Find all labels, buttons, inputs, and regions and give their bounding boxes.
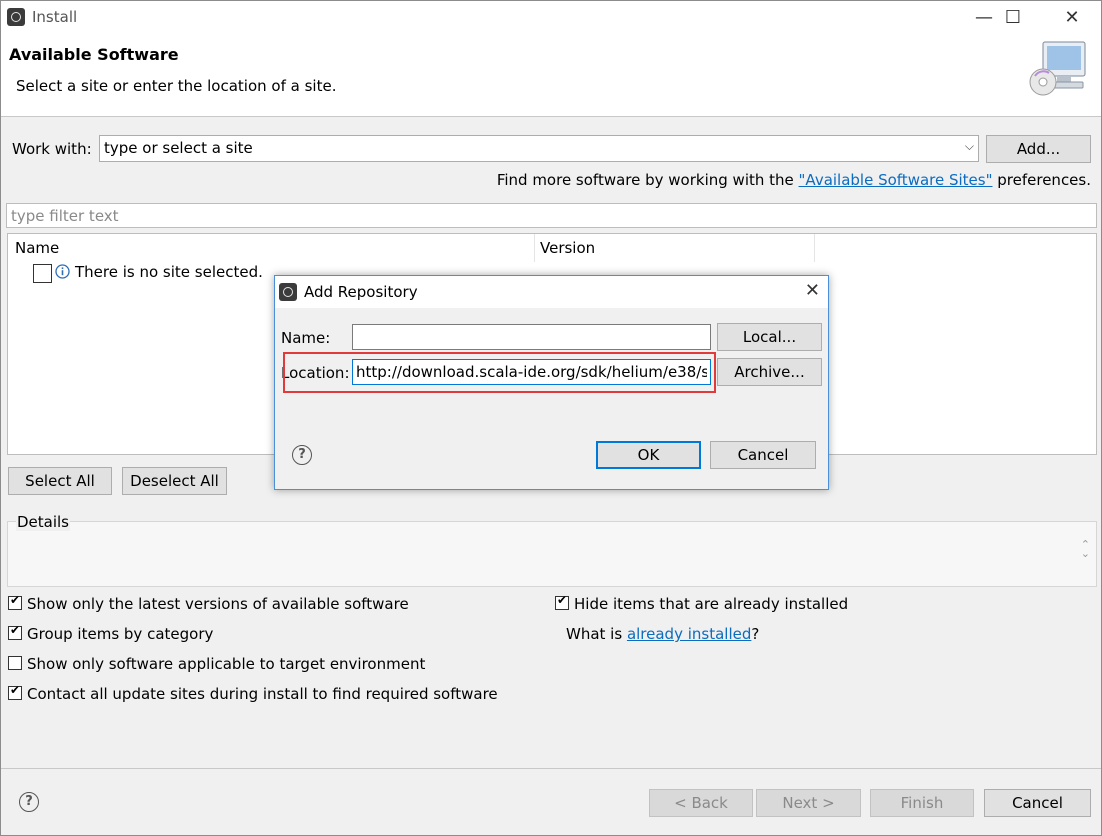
work-with-combo[interactable]: type or select a site ⌵ (99, 135, 979, 162)
archive-button[interactable]: Archive... (717, 358, 822, 386)
close-button[interactable]: ✕ (1049, 1, 1095, 34)
work-with-label: Work with: (12, 140, 92, 158)
location-highlight-box (283, 352, 716, 393)
scroll-arrows-icon[interactable]: ⌃ ⌄ (1081, 539, 1090, 559)
eclipse-icon (279, 283, 297, 301)
local-button[interactable]: Local... (717, 323, 822, 351)
title-bar: Install — ☐ ✕ (1, 1, 1101, 34)
hide-installed-checkbox[interactable] (555, 593, 569, 610)
ok-button[interactable]: OK (596, 441, 701, 469)
no-site-message: There is no site selected. (75, 263, 263, 281)
install-computer-icon (1029, 41, 1086, 96)
row-checkbox[interactable] (33, 264, 52, 283)
available-software-sites-link[interactable]: "Available Software Sites" (799, 171, 993, 189)
find-more-suffix: preferences. (992, 171, 1091, 189)
column-divider (814, 234, 815, 262)
repo-name-input[interactable] (353, 325, 710, 349)
contact-all-label[interactable]: Contact all update sites during install … (27, 685, 498, 703)
footer-divider (1, 768, 1101, 769)
back-button[interactable]: < Back (649, 789, 753, 817)
what-is-suffix: ? (751, 625, 760, 643)
maximize-button[interactable]: ☐ (990, 1, 1036, 34)
info-icon (55, 264, 70, 279)
eclipse-icon (7, 8, 25, 26)
show-latest-checkbox[interactable] (8, 593, 22, 610)
filter-field[interactable] (6, 203, 1102, 228)
what-is-prefix: What is (566, 625, 627, 643)
page-header: Available Software Select a site or ente… (1, 34, 1101, 117)
column-divider (534, 234, 535, 262)
already-installed-link[interactable]: already installed (627, 625, 751, 643)
filter-input[interactable] (7, 204, 1102, 227)
dialog-cancel-button[interactable]: Cancel (710, 441, 816, 469)
page-subtitle: Select a site or enter the location of a… (16, 77, 337, 95)
column-header-name[interactable]: Name (15, 239, 59, 257)
details-group: ⌃ ⌄ (7, 521, 1097, 587)
dialog-title: Add Repository (304, 283, 418, 301)
work-with-value: type or select a site (104, 139, 253, 157)
group-by-category-label[interactable]: Group items by category (27, 625, 213, 643)
next-button[interactable]: Next > (756, 789, 861, 817)
hide-installed-label[interactable]: Hide items that are already installed (574, 595, 848, 613)
column-header-version[interactable]: Version (540, 239, 595, 257)
contact-all-checkbox[interactable] (8, 683, 22, 700)
show-latest-label[interactable]: Show only the latest versions of availab… (27, 595, 409, 613)
group-by-category-checkbox[interactable] (8, 623, 22, 640)
cancel-button[interactable]: Cancel (984, 789, 1091, 817)
finish-button[interactable]: Finish (870, 789, 974, 817)
find-more-prefix: Find more software by working with the (496, 171, 799, 189)
find-more-text: Find more software by working with the "… (497, 171, 1091, 189)
dialog-help-icon[interactable]: ? (292, 445, 312, 465)
what-is-installed-text: What is already installed? (566, 625, 759, 643)
add-site-button[interactable]: Add... (986, 135, 1091, 163)
dialog-title-bar: Add Repository ✕ (275, 276, 828, 308)
repo-name-label: Name: (281, 329, 331, 347)
details-text-area (8, 522, 1096, 586)
help-icon[interactable]: ? (19, 792, 39, 812)
dialog-close-icon[interactable]: ✕ (805, 280, 820, 301)
show-applicable-label[interactable]: Show only software applicable to target … (27, 655, 425, 673)
window-title: Install (32, 8, 78, 26)
deselect-all-button[interactable]: Deselect All (122, 467, 227, 495)
repo-name-field[interactable] (352, 324, 711, 350)
chevron-down-icon[interactable]: ⌵ (965, 139, 974, 154)
details-label: Details (16, 513, 71, 531)
page-title: Available Software (9, 45, 179, 64)
show-applicable-checkbox[interactable] (8, 656, 22, 670)
select-all-button[interactable]: Select All (8, 467, 112, 495)
